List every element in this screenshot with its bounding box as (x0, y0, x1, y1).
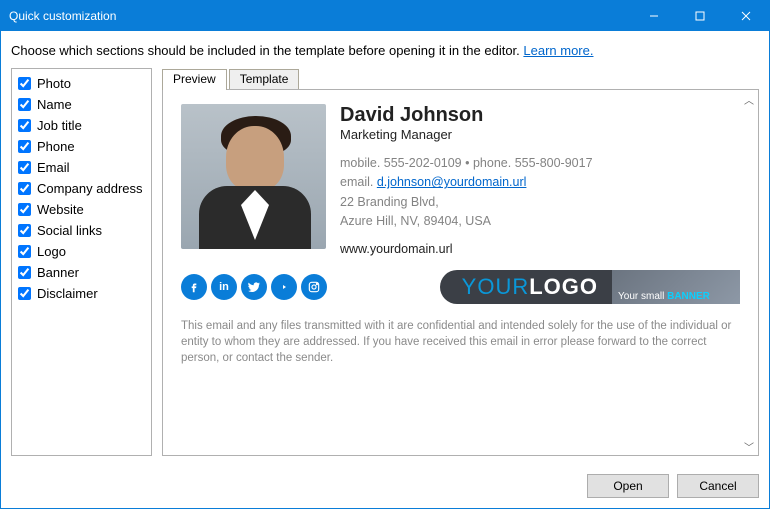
section-label: Phone (37, 139, 75, 154)
section-row-phone[interactable]: Phone (18, 136, 145, 157)
section-row-name[interactable]: Name (18, 94, 145, 115)
mobile-value: 555-202-0109 (384, 156, 462, 170)
section-checkbox[interactable] (18, 119, 31, 132)
section-checkbox[interactable] (18, 182, 31, 195)
social-links: in (181, 274, 327, 300)
right-pane: Preview Template ︿ ﹀ David Johnson Marke… (162, 68, 759, 456)
signature-name: David Johnson (340, 104, 593, 127)
mobile-label: mobile. (340, 156, 380, 170)
cancel-button[interactable]: Cancel (677, 474, 759, 498)
section-label: Disclaimer (37, 286, 98, 301)
logo-part1: YOUR (462, 274, 530, 300)
section-row-email[interactable]: Email (18, 157, 145, 178)
preview-panel: ︿ ﹀ David Johnson Marketing Manager mobi… (162, 89, 759, 456)
section-row-social-links[interactable]: Social links (18, 220, 145, 241)
email-label: email. (340, 175, 373, 189)
section-row-job-title[interactable]: Job title (18, 115, 145, 136)
section-label: Job title (37, 118, 82, 133)
section-label: Company address (37, 181, 143, 196)
phone-value: 555-800-9017 (515, 156, 593, 170)
signature-website: www.yourdomain.url (340, 242, 593, 256)
section-row-company-address[interactable]: Company address (18, 178, 145, 199)
section-row-website[interactable]: Website (18, 199, 145, 220)
address-line2: Azure Hill, NV, 89404, USA (340, 214, 491, 228)
open-button[interactable]: Open (587, 474, 669, 498)
section-row-banner[interactable]: Banner (18, 262, 145, 283)
signature-title: Marketing Manager (340, 127, 593, 142)
close-button[interactable] (723, 1, 769, 31)
section-label: Photo (37, 76, 71, 91)
section-checkbox[interactable] (18, 140, 31, 153)
section-row-logo[interactable]: Logo (18, 241, 145, 262)
section-checkbox[interactable] (18, 266, 31, 279)
logo-part2: LOGO (529, 274, 598, 300)
tab-template[interactable]: Template (229, 69, 300, 90)
twitter-icon[interactable] (241, 274, 267, 300)
section-label: Social links (37, 223, 102, 238)
description-text: Choose which sections should be included… (11, 43, 523, 58)
tabs: Preview Template (162, 68, 759, 89)
banner-text1: Your small (618, 291, 667, 302)
instagram-icon[interactable] (301, 274, 327, 300)
section-label: Banner (37, 265, 79, 280)
section-checkbox[interactable] (18, 287, 31, 300)
window-title: Quick customization (1, 9, 124, 23)
section-checkbox[interactable] (18, 203, 31, 216)
section-label: Name (37, 97, 72, 112)
window: Quick customization Choose which section… (0, 0, 770, 509)
maximize-button[interactable] (677, 1, 723, 31)
phone-label: phone. (473, 156, 511, 170)
section-label: Website (37, 202, 84, 217)
minimize-button[interactable] (631, 1, 677, 31)
section-row-photo[interactable]: Photo (18, 73, 145, 94)
tab-preview[interactable]: Preview (162, 69, 227, 90)
signature-photo (181, 104, 326, 249)
facebook-icon[interactable] (181, 274, 207, 300)
scroll-up-icon[interactable]: ︿ (742, 92, 756, 106)
description: Choose which sections should be included… (1, 31, 769, 68)
signature-disclaimer: This email and any files transmitted wit… (181, 318, 740, 366)
section-label: Logo (37, 244, 66, 259)
learn-more-link[interactable]: Learn more. (523, 43, 593, 58)
address-line1: 22 Branding Blvd, (340, 195, 439, 209)
section-checkbox[interactable] (18, 77, 31, 90)
titlebar: Quick customization (1, 1, 769, 31)
banner: Your small BANNER (612, 270, 740, 304)
section-label: Email (37, 160, 70, 175)
linkedin-icon[interactable]: in (211, 274, 237, 300)
signature-info: David Johnson Marketing Manager mobile. … (340, 104, 593, 256)
footer: Open Cancel (1, 466, 769, 508)
youtube-icon[interactable] (271, 274, 297, 300)
banner-text2: BANNER (667, 291, 710, 302)
section-checkbox[interactable] (18, 161, 31, 174)
section-checkbox[interactable] (18, 224, 31, 237)
scroll-down-icon[interactable]: ﹀ (742, 439, 756, 453)
section-checkbox[interactable] (18, 245, 31, 258)
sections-list: Photo Name Job title Phone Email Company addr… (11, 68, 152, 456)
section-row-disclaimer[interactable]: Disclaimer (18, 283, 145, 304)
email-link[interactable]: d.johnson@yourdomain.url (377, 175, 527, 189)
section-checkbox[interactable] (18, 98, 31, 111)
logo: YOURLOGO Your small BANNER (440, 270, 740, 304)
